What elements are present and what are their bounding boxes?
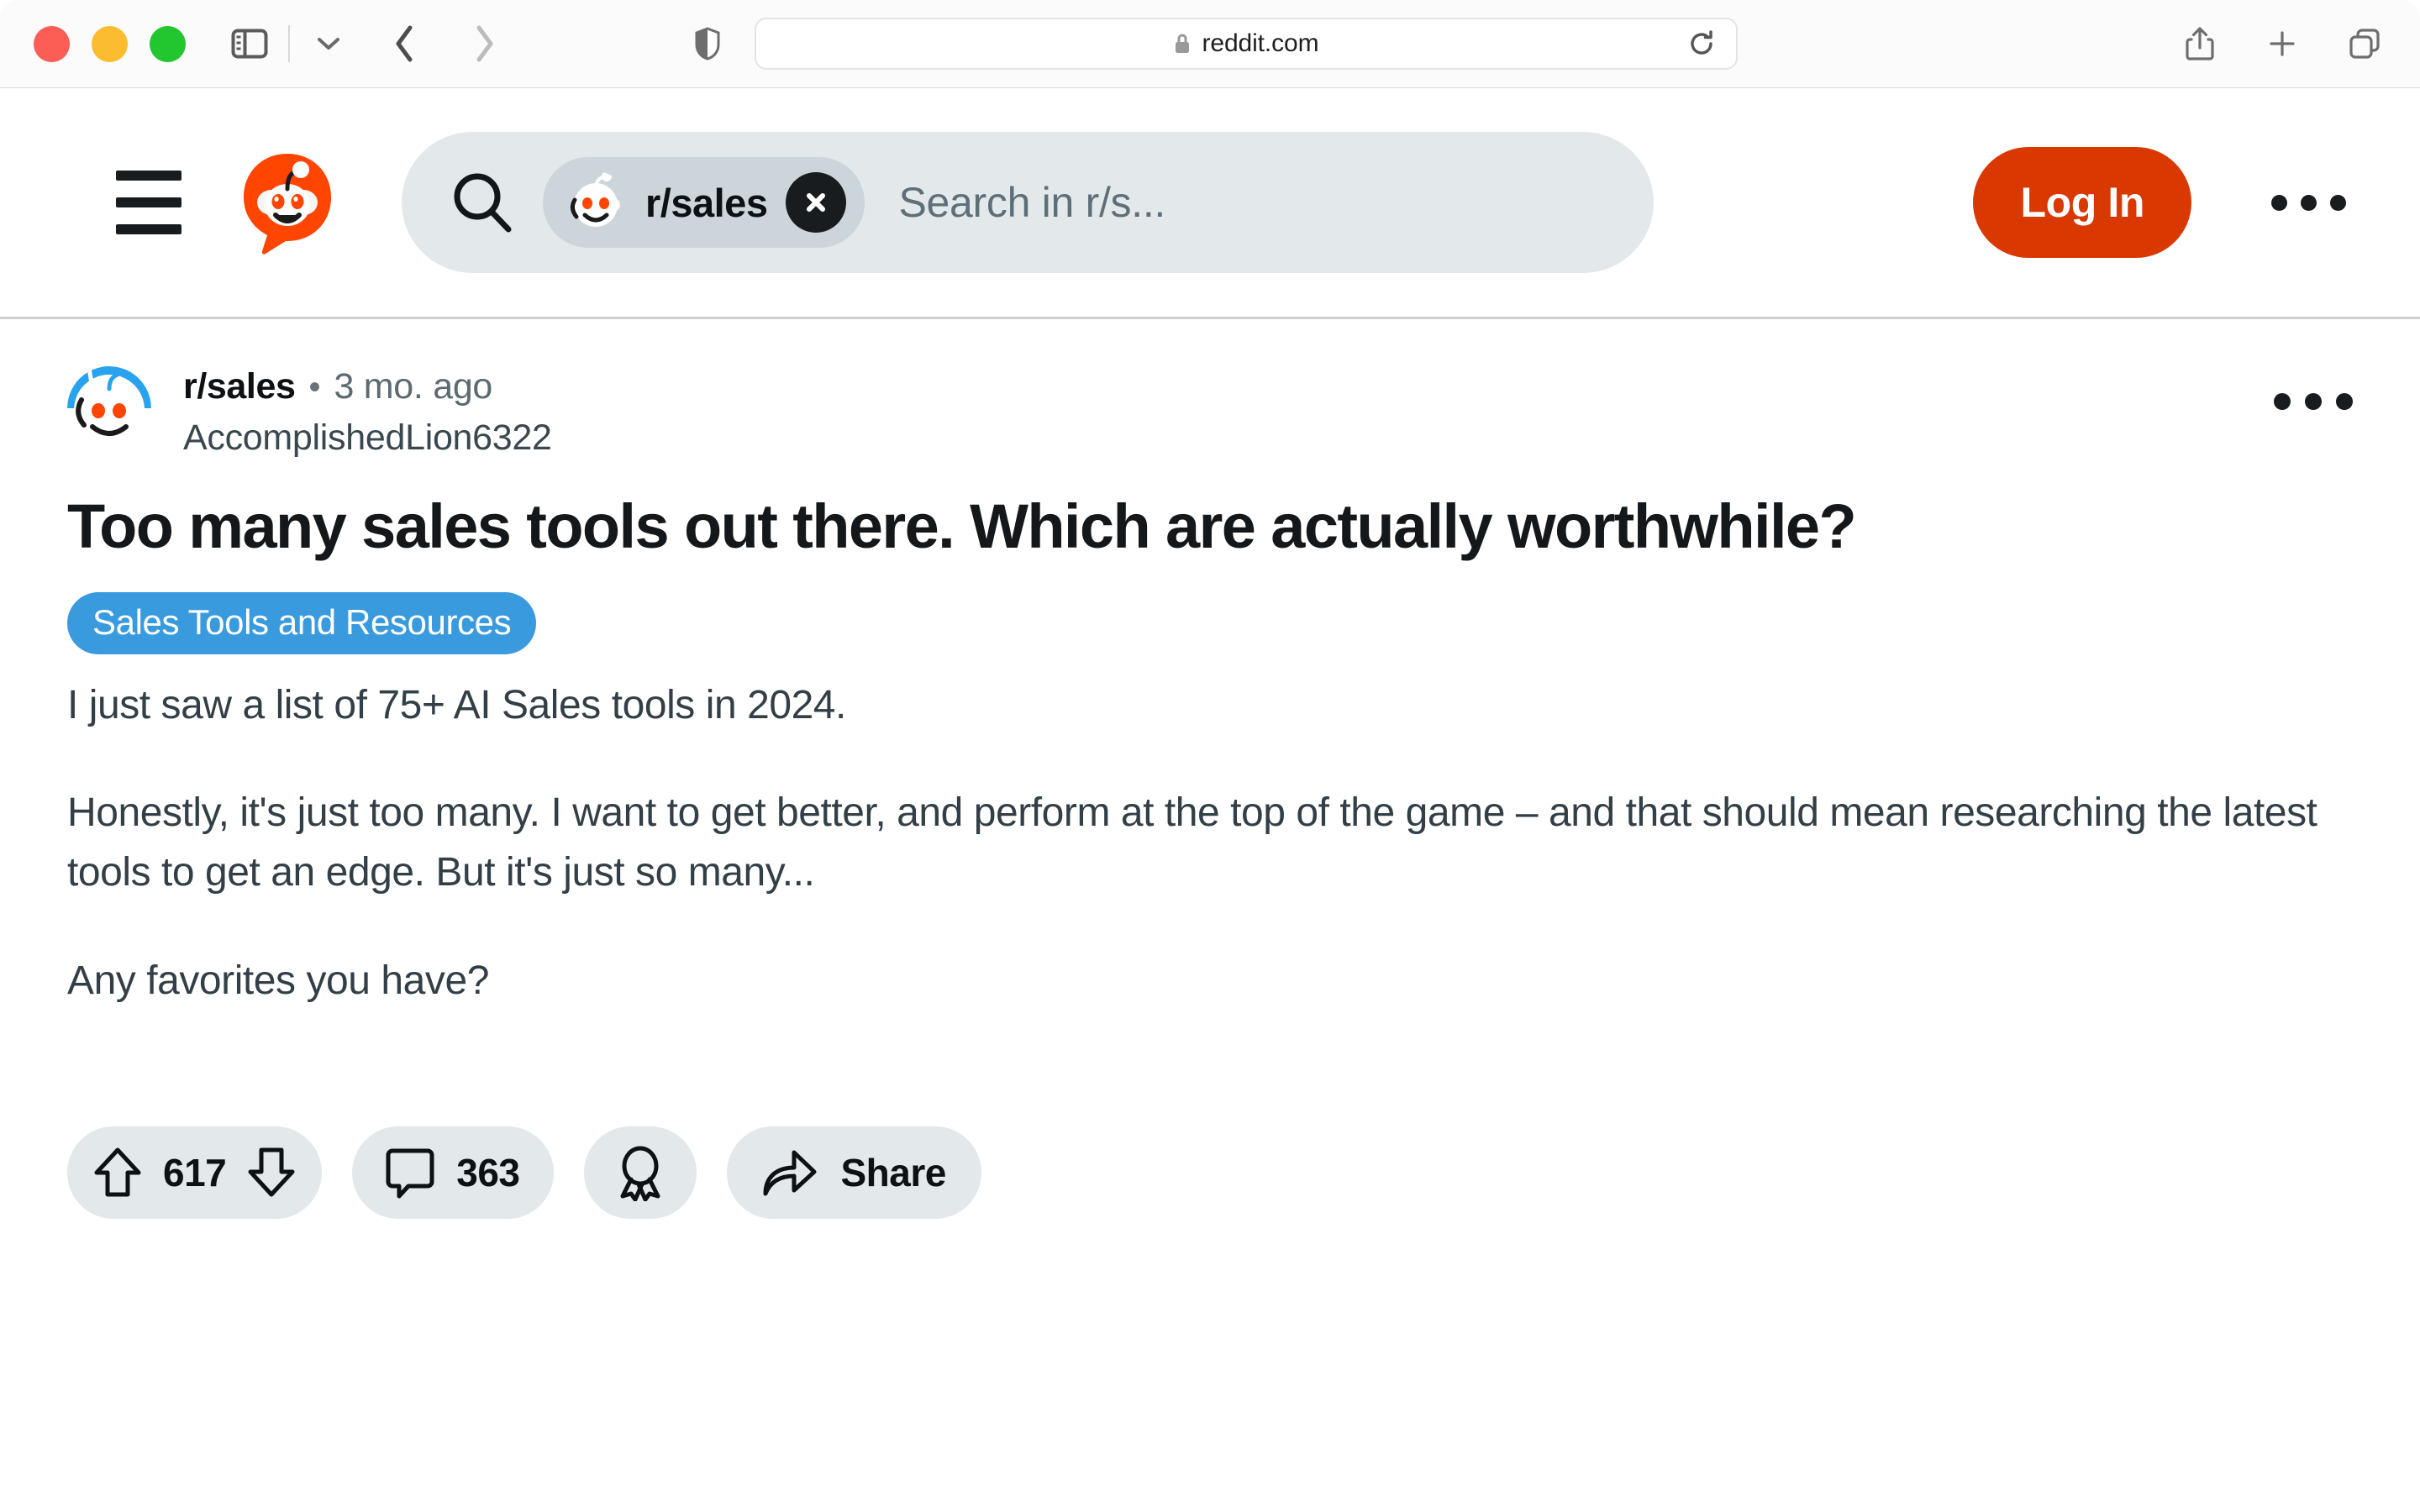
post-meta: r/sales • 3 mo. ago AccomplishedLion6322	[183, 366, 552, 459]
post-paragraph: Any favorites you have?	[67, 958, 489, 1003]
post-subreddit-link[interactable]: r/sales	[183, 366, 296, 407]
privacy-report-button[interactable]	[682, 27, 733, 60]
dot	[2300, 194, 2317, 211]
dot	[2305, 393, 2322, 410]
post-container: r/sales • 3 mo. ago AccomplishedLion6322…	[0, 319, 2420, 1220]
window-traffic-lights	[34, 25, 186, 62]
reddit-header: r/sales Search in r/s... Log In	[0, 88, 2420, 319]
dot	[2274, 393, 2291, 410]
post-action-bar: 617 363 Share	[67, 1126, 2353, 1220]
forward-button[interactable]	[461, 17, 508, 71]
browser-toolbar-right	[2176, 17, 2388, 71]
minimize-window-button[interactable]	[92, 25, 128, 62]
reload-icon	[1687, 29, 1716, 58]
meta-separator: •	[308, 369, 321, 406]
address-bar[interactable]: reddit.com	[755, 18, 1738, 70]
search-icon	[450, 170, 515, 235]
post-timestamp: 3 mo. ago	[334, 366, 493, 407]
post-flair-badge[interactable]: Sales Tools and Resources	[67, 591, 537, 654]
comments-count: 363	[456, 1151, 520, 1195]
subreddit-avatar[interactable]	[67, 366, 151, 450]
dot	[2336, 393, 2353, 410]
share-icon	[2186, 26, 2214, 61]
search-subreddit-chip[interactable]: r/sales	[543, 157, 865, 248]
login-button[interactable]: Log In	[1973, 147, 2191, 258]
nav-menu-button[interactable]	[116, 171, 182, 234]
close-icon	[802, 189, 829, 216]
vote-group: 617	[67, 1126, 323, 1220]
post-author-link[interactable]: AccomplishedLion6322	[183, 417, 552, 459]
post-more-button[interactable]	[2274, 393, 2353, 410]
dot	[2329, 194, 2346, 211]
back-arrow-icon	[392, 24, 416, 63]
close-window-button[interactable]	[34, 25, 70, 62]
header-more-button[interactable]	[2262, 177, 2354, 228]
post-paragraph: Honestly, it's just too many. I want to …	[67, 790, 2317, 895]
dot	[2270, 194, 2287, 211]
tab-overview-icon	[2348, 27, 2381, 60]
browser-nav-group	[226, 17, 508, 71]
search-chip-clear-button[interactable]	[786, 172, 847, 233]
toolbar-divider	[288, 25, 290, 62]
tab-overview-button[interactable]	[2341, 17, 2388, 71]
downvote-button[interactable]	[246, 1146, 297, 1200]
sidebar-options-button[interactable]	[305, 17, 352, 71]
post-header: r/sales • 3 mo. ago AccomplishedLion6322	[67, 319, 2353, 459]
search-chip-label: r/sales	[645, 180, 768, 225]
reload-button[interactable]	[1687, 29, 1716, 58]
sidebar-toggle-button[interactable]	[226, 17, 273, 71]
sidebar-icon	[231, 29, 268, 59]
shield-icon	[695, 27, 720, 60]
upvote-button[interactable]	[92, 1146, 143, 1200]
post-body: I just saw a list of 75+ AI Sales tools …	[67, 676, 2319, 1011]
url-text: reddit.com	[1202, 29, 1319, 57]
lock-icon	[1173, 32, 1192, 55]
hamburger-line	[116, 197, 182, 207]
post-paragraph: I just saw a list of 75+ AI Sales tools …	[67, 682, 846, 727]
browser-chrome: reddit.com	[0, 0, 2420, 88]
post-meta-line: r/sales • 3 mo. ago	[183, 366, 552, 407]
plus-icon	[2268, 29, 2296, 58]
award-button[interactable]	[583, 1126, 697, 1220]
maximize-window-button[interactable]	[150, 25, 186, 62]
new-tab-button[interactable]	[2259, 17, 2306, 71]
address-bar-area: reddit.com	[682, 18, 1738, 70]
forward-arrow-icon	[473, 24, 497, 63]
vote-score: 617	[163, 1151, 227, 1195]
search-button[interactable]	[442, 170, 523, 235]
hamburger-line	[116, 224, 182, 234]
search-input[interactable]: Search in r/s...	[898, 178, 1165, 227]
post-title: Too many sales tools out there. Which ar…	[67, 491, 1857, 561]
subreddit-avatar-icon	[565, 171, 627, 234]
url-display: reddit.com	[1173, 29, 1319, 58]
comment-icon	[386, 1146, 434, 1200]
search-bar[interactable]: r/sales Search in r/s...	[402, 132, 1654, 273]
reddit-logo[interactable]	[234, 149, 341, 256]
back-button[interactable]	[381, 17, 428, 71]
share-label: Share	[840, 1151, 947, 1195]
comments-button[interactable]: 363	[352, 1126, 554, 1220]
share-page-button[interactable]	[2176, 17, 2223, 71]
share-arrow-icon	[762, 1147, 818, 1199]
chevron-down-icon	[316, 35, 341, 52]
share-button[interactable]: Share	[726, 1126, 981, 1220]
award-icon	[614, 1144, 666, 1202]
hamburger-line	[116, 171, 182, 181]
